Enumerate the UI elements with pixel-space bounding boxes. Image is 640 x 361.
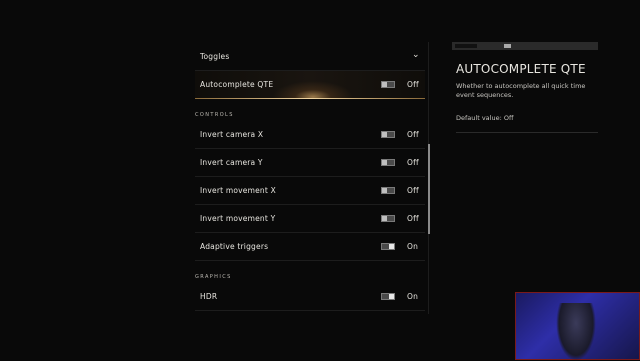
- detail-panel: AUTOCOMPLETE QTE Whether to autocomplete…: [452, 42, 598, 133]
- webcam-overlay: [515, 292, 640, 361]
- toggle-switch[interactable]: [381, 187, 395, 194]
- toggles-header-label: Toggles: [200, 51, 230, 61]
- setting-row-adaptive-triggers[interactable]: Adaptive triggers On: [195, 233, 425, 261]
- setting-value: Off: [407, 80, 419, 89]
- section-header-graphics: GRAPHICS: [195, 274, 232, 280]
- setting-row-invert-camera-x[interactable]: Invert camera X Off: [195, 121, 425, 149]
- setting-value: On: [407, 292, 419, 301]
- toggles-group-header[interactable]: Toggles ⌄: [195, 42, 425, 71]
- toggle-switch[interactable]: [381, 293, 395, 300]
- detail-topbar: [452, 42, 598, 50]
- setting-value: Off: [407, 214, 419, 223]
- setting-value: Off: [407, 186, 419, 195]
- setting-label: HDR: [200, 292, 218, 301]
- setting-row-autocomplete-qte[interactable]: Autocomplete QTE Off: [195, 71, 425, 99]
- setting-label: Invert camera Y: [200, 158, 263, 167]
- setting-label: Adaptive triggers: [200, 242, 269, 251]
- setting-value: Off: [407, 158, 419, 167]
- chevron-down-icon[interactable]: ⌄: [412, 50, 420, 60]
- setting-value: On: [407, 242, 419, 251]
- setting-row-invert-movement-x[interactable]: Invert movement X Off: [195, 177, 425, 205]
- detail-title: AUTOCOMPLETE QTE: [456, 62, 586, 76]
- setting-label: Autocomplete QTE: [200, 80, 274, 89]
- detail-description: Whether to autocomplete all quick time e…: [456, 82, 586, 99]
- detail-default-value: Default value: Off: [456, 114, 514, 122]
- toggle-switch[interactable]: [381, 243, 395, 250]
- setting-row-hdr[interactable]: HDR On: [195, 283, 425, 311]
- setting-label: Invert camera X: [200, 130, 264, 139]
- setting-label: Invert movement X: [200, 186, 276, 195]
- section-header-controls: CONTROLS: [195, 112, 234, 118]
- setting-label: Invert movement Y: [200, 214, 276, 223]
- toggle-switch[interactable]: [381, 131, 395, 138]
- scrollbar-thumb[interactable]: [428, 144, 430, 234]
- setting-row-invert-movement-y[interactable]: Invert movement Y Off: [195, 205, 425, 233]
- settings-list: Toggles ⌄ Autocomplete QTE Off CONTROLS …: [195, 42, 425, 311]
- webcam-person: [556, 303, 596, 361]
- setting-row-invert-camera-y[interactable]: Invert camera Y Off: [195, 149, 425, 177]
- divider: [456, 132, 598, 133]
- toggle-switch[interactable]: [381, 159, 395, 166]
- setting-value: Off: [407, 130, 419, 139]
- toggle-switch[interactable]: [381, 215, 395, 222]
- toggle-switch[interactable]: [381, 81, 395, 88]
